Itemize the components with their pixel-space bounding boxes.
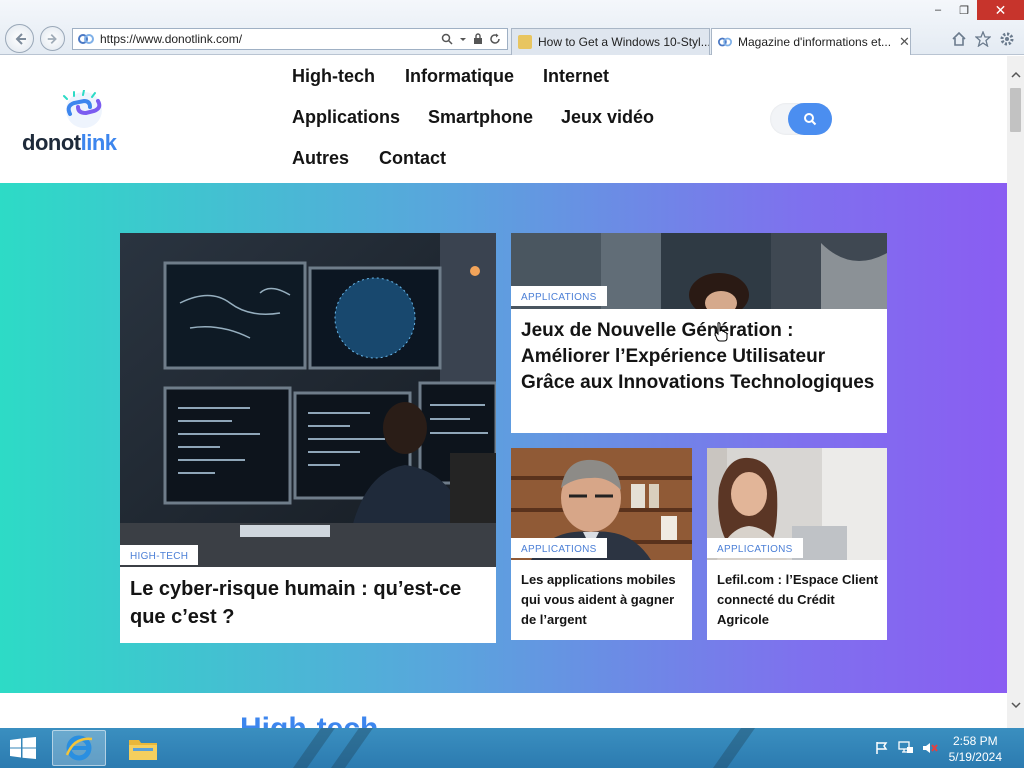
internet-explorer-icon bbox=[65, 735, 93, 761]
network-icon[interactable] bbox=[898, 740, 914, 756]
site-logo[interactable]: donotlink bbox=[22, 90, 132, 155]
minimize-button[interactable]: – bbox=[925, 0, 951, 20]
arrow-left-icon bbox=[15, 32, 26, 45]
tab-windows10[interactable]: How to Get a Windows 10-Styl... bbox=[511, 28, 710, 55]
tab-label: How to Get a Windows 10-Styl... bbox=[538, 35, 710, 49]
article-image-cyber bbox=[120, 233, 496, 567]
settings-gear-icon[interactable] bbox=[998, 30, 1016, 48]
refresh-icon[interactable] bbox=[489, 33, 501, 45]
site-favicon-icon bbox=[78, 34, 94, 44]
scroll-down-arrow-icon[interactable] bbox=[1007, 696, 1024, 713]
clock-date: 5/19/2024 bbox=[948, 750, 1002, 764]
volume-muted-icon[interactable] bbox=[922, 740, 938, 756]
clock-time: 2:58 PM bbox=[952, 734, 998, 748]
logo-wordmark: donotlink bbox=[22, 130, 117, 155]
tab-favicon-icon bbox=[718, 37, 732, 47]
favorites-star-icon[interactable] bbox=[974, 30, 992, 48]
category-badge[interactable]: HIGH-TECH bbox=[120, 545, 199, 565]
site-search-toggle[interactable] bbox=[770, 103, 832, 135]
browser-chrome: – ❐ ✕ https://www.donotlink.com/ How to … bbox=[0, 0, 1024, 55]
article-title-main[interactable]: Le cyber-risque humain : qu’est-ce que c… bbox=[130, 575, 486, 631]
scroll-up-arrow-icon[interactable] bbox=[1007, 66, 1024, 83]
nav-item-informatique[interactable]: Informatique bbox=[405, 66, 514, 87]
tab-close-icon[interactable]: ✕ bbox=[899, 34, 910, 50]
article-card-main[interactable]: HIGH-TECH Le cyber-risque humain : qu’es… bbox=[120, 233, 496, 643]
nav-item-high-tech[interactable]: High-tech bbox=[292, 66, 375, 87]
action-center-flag-icon[interactable] bbox=[874, 740, 890, 756]
address-bar[interactable]: https://www.donotlink.com/ bbox=[72, 28, 508, 50]
windows-taskbar: 2:58 PM 5/19/2024 bbox=[0, 728, 1024, 768]
address-actions bbox=[441, 33, 501, 45]
article-title-bottom-left[interactable]: Les applications mobiles qui vous aident… bbox=[521, 570, 687, 630]
article-card-bottom-right[interactable]: APPLICATIONS Lefil.com : l’Espace Client… bbox=[707, 448, 887, 640]
nav-item-jeux-video[interactable]: Jeux vidéo bbox=[561, 107, 654, 128]
article-title-bottom-right[interactable]: Lefil.com : l’Espace Client connecté du … bbox=[717, 570, 882, 630]
forward-button[interactable] bbox=[40, 26, 65, 51]
system-clock[interactable]: 2:58 PM 5/19/2024 bbox=[949, 733, 1002, 765]
site-header: donotlink High-tech Informatique Interne… bbox=[0, 56, 1007, 183]
vertical-scrollbar[interactable] bbox=[1007, 56, 1024, 728]
hand-cursor-icon bbox=[714, 322, 728, 342]
scrollbar-thumb[interactable] bbox=[1010, 88, 1021, 132]
site-search-button[interactable] bbox=[788, 103, 832, 135]
taskbar-internet-explorer[interactable] bbox=[52, 730, 106, 766]
article-title-top-right[interactable]: Jeux de Nouvelle Génération : Améliorer … bbox=[521, 318, 877, 396]
close-window-button[interactable]: ✕ bbox=[977, 0, 1024, 20]
article-card-top-right[interactable]: APPLICATIONS Jeux de Nouvelle Génération… bbox=[511, 233, 887, 433]
nav-item-applications[interactable]: Applications bbox=[292, 107, 400, 128]
back-button[interactable] bbox=[5, 24, 34, 53]
taskbar-file-explorer[interactable] bbox=[116, 730, 170, 766]
search-icon bbox=[804, 113, 817, 126]
restore-button[interactable]: ❐ bbox=[951, 0, 977, 20]
tab-donotlink[interactable]: Magazine d'informations et... ✕ bbox=[711, 28, 911, 55]
nav-item-internet[interactable]: Internet bbox=[543, 66, 609, 87]
home-icon[interactable] bbox=[950, 30, 968, 48]
content-area bbox=[0, 693, 1007, 728]
hero-section: HIGH-TECH Le cyber-risque humain : qu’es… bbox=[0, 183, 1007, 693]
address-url[interactable]: https://www.donotlink.com/ bbox=[100, 32, 441, 46]
nav-item-contact[interactable]: Contact bbox=[379, 148, 446, 169]
window-controls: – ❐ ✕ bbox=[925, 0, 1024, 20]
chain-link-logo-icon bbox=[63, 90, 102, 128]
tab-favicon-icon bbox=[518, 35, 532, 49]
section-heading-peek: High-tech bbox=[240, 712, 378, 728]
category-badge[interactable]: APPLICATIONS bbox=[511, 538, 607, 558]
nav-item-smartphone[interactable]: Smartphone bbox=[428, 107, 533, 128]
search-icon[interactable] bbox=[441, 33, 453, 45]
arrow-right-icon bbox=[47, 33, 57, 44]
lock-icon[interactable] bbox=[473, 33, 483, 45]
category-badge[interactable]: APPLICATIONS bbox=[707, 538, 803, 558]
dropdown-arrow-icon[interactable] bbox=[459, 33, 467, 45]
article-card-bottom-left[interactable]: APPLICATIONS Les applications mobiles qu… bbox=[511, 448, 692, 640]
tab-label: Magazine d'informations et... bbox=[738, 35, 892, 49]
page-viewport: donotlink High-tech Informatique Interne… bbox=[0, 56, 1007, 728]
windows-start-icon[interactable] bbox=[10, 737, 36, 759]
folder-icon bbox=[129, 740, 157, 760]
nav-item-autres[interactable]: Autres bbox=[292, 148, 349, 169]
category-badge[interactable]: APPLICATIONS bbox=[511, 286, 607, 306]
